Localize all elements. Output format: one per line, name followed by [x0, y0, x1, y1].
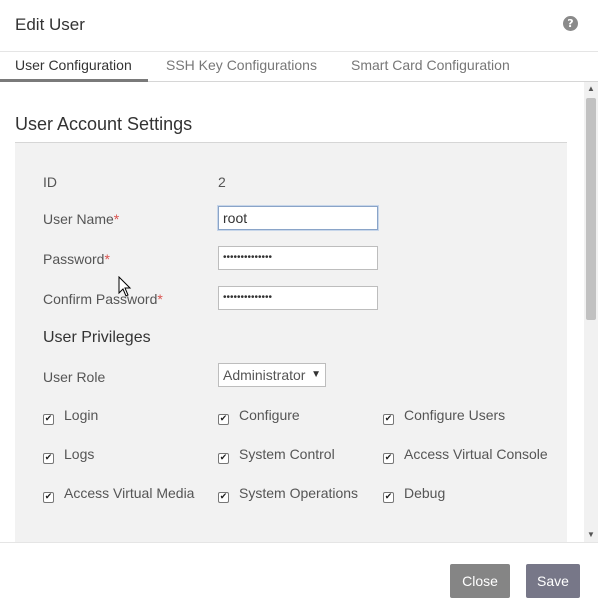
- scroll-up-icon[interactable]: ▲: [584, 82, 598, 96]
- tab-ssh-key-configurations[interactable]: SSH Key Configurations: [151, 52, 332, 82]
- user-role-label: User Role: [43, 369, 106, 385]
- confirm-password-input[interactable]: ••••••••••••••: [218, 286, 378, 310]
- checkbox-checked-icon[interactable]: ✔: [383, 414, 394, 425]
- checkbox-checked-icon[interactable]: ✔: [43, 414, 54, 425]
- dialog-title: Edit User: [15, 15, 85, 34]
- privilege-access-virtual-console[interactable]: ✔ Access Virtual Console: [383, 446, 548, 464]
- tab-smart-card-configuration[interactable]: Smart Card Configuration: [336, 52, 525, 82]
- privilege-configure-users[interactable]: ✔ Configure Users: [383, 407, 505, 425]
- checkbox-checked-icon[interactable]: ✔: [383, 492, 394, 503]
- username-label: User Name*: [43, 211, 120, 227]
- password-input[interactable]: ••••••••••••••: [218, 246, 378, 270]
- privilege-configure[interactable]: ✔ Configure: [218, 407, 300, 425]
- privilege-access-virtual-media[interactable]: ✔ Access Virtual Media: [43, 485, 194, 503]
- tab-bar: User Configuration SSH Key Configuration…: [0, 52, 598, 82]
- user-role-value: Administrator: [223, 367, 306, 383]
- user-privileges-heading: User Privileges: [43, 329, 151, 346]
- required-marker: *: [104, 251, 110, 267]
- checkbox-checked-icon[interactable]: ✔: [218, 453, 229, 464]
- dialog-header: Edit User ?: [0, 0, 598, 52]
- help-icon[interactable]: ?: [563, 16, 578, 31]
- confirm-password-label: Confirm Password*: [43, 291, 163, 307]
- settings-panel: ID 2 User Name* root Password* •••••••••…: [15, 143, 567, 542]
- privilege-system-control[interactable]: ✔ System Control: [218, 446, 335, 464]
- privilege-logs[interactable]: ✔ Logs: [43, 446, 94, 464]
- dialog-body: User Account Settings ID 2 User Name* ro…: [0, 82, 584, 542]
- password-label: Password*: [43, 251, 110, 267]
- checkbox-checked-icon[interactable]: ✔: [218, 414, 229, 425]
- username-input[interactable]: root: [218, 206, 378, 230]
- chevron-down-icon: ▼: [311, 369, 321, 380]
- privilege-debug[interactable]: ✔ Debug: [383, 485, 445, 503]
- checkbox-checked-icon[interactable]: ✔: [383, 453, 394, 464]
- checkbox-checked-icon[interactable]: ✔: [43, 453, 54, 464]
- close-button[interactable]: Close: [450, 564, 510, 598]
- id-label: ID: [43, 174, 57, 190]
- save-button[interactable]: Save: [526, 564, 580, 598]
- scrollbar-thumb[interactable]: [586, 98, 596, 320]
- dialog-footer: Close Save: [0, 542, 598, 616]
- section-title: User Account Settings: [15, 114, 193, 134]
- required-marker: *: [113, 211, 120, 227]
- tab-user-configuration[interactable]: User Configuration: [0, 52, 148, 82]
- checkbox-checked-icon[interactable]: ✔: [218, 492, 229, 503]
- id-value: 2: [218, 174, 226, 190]
- user-role-select[interactable]: Administrator ▼: [218, 363, 326, 387]
- privilege-login[interactable]: ✔ Login: [43, 407, 98, 425]
- vertical-scrollbar[interactable]: ▲ ▼: [584, 82, 598, 542]
- required-marker: *: [157, 291, 163, 307]
- scroll-down-icon[interactable]: ▼: [584, 528, 598, 542]
- mouse-cursor-icon: [118, 276, 132, 297]
- checkbox-checked-icon[interactable]: ✔: [43, 492, 54, 503]
- privilege-system-operations[interactable]: ✔ System Operations: [218, 485, 358, 503]
